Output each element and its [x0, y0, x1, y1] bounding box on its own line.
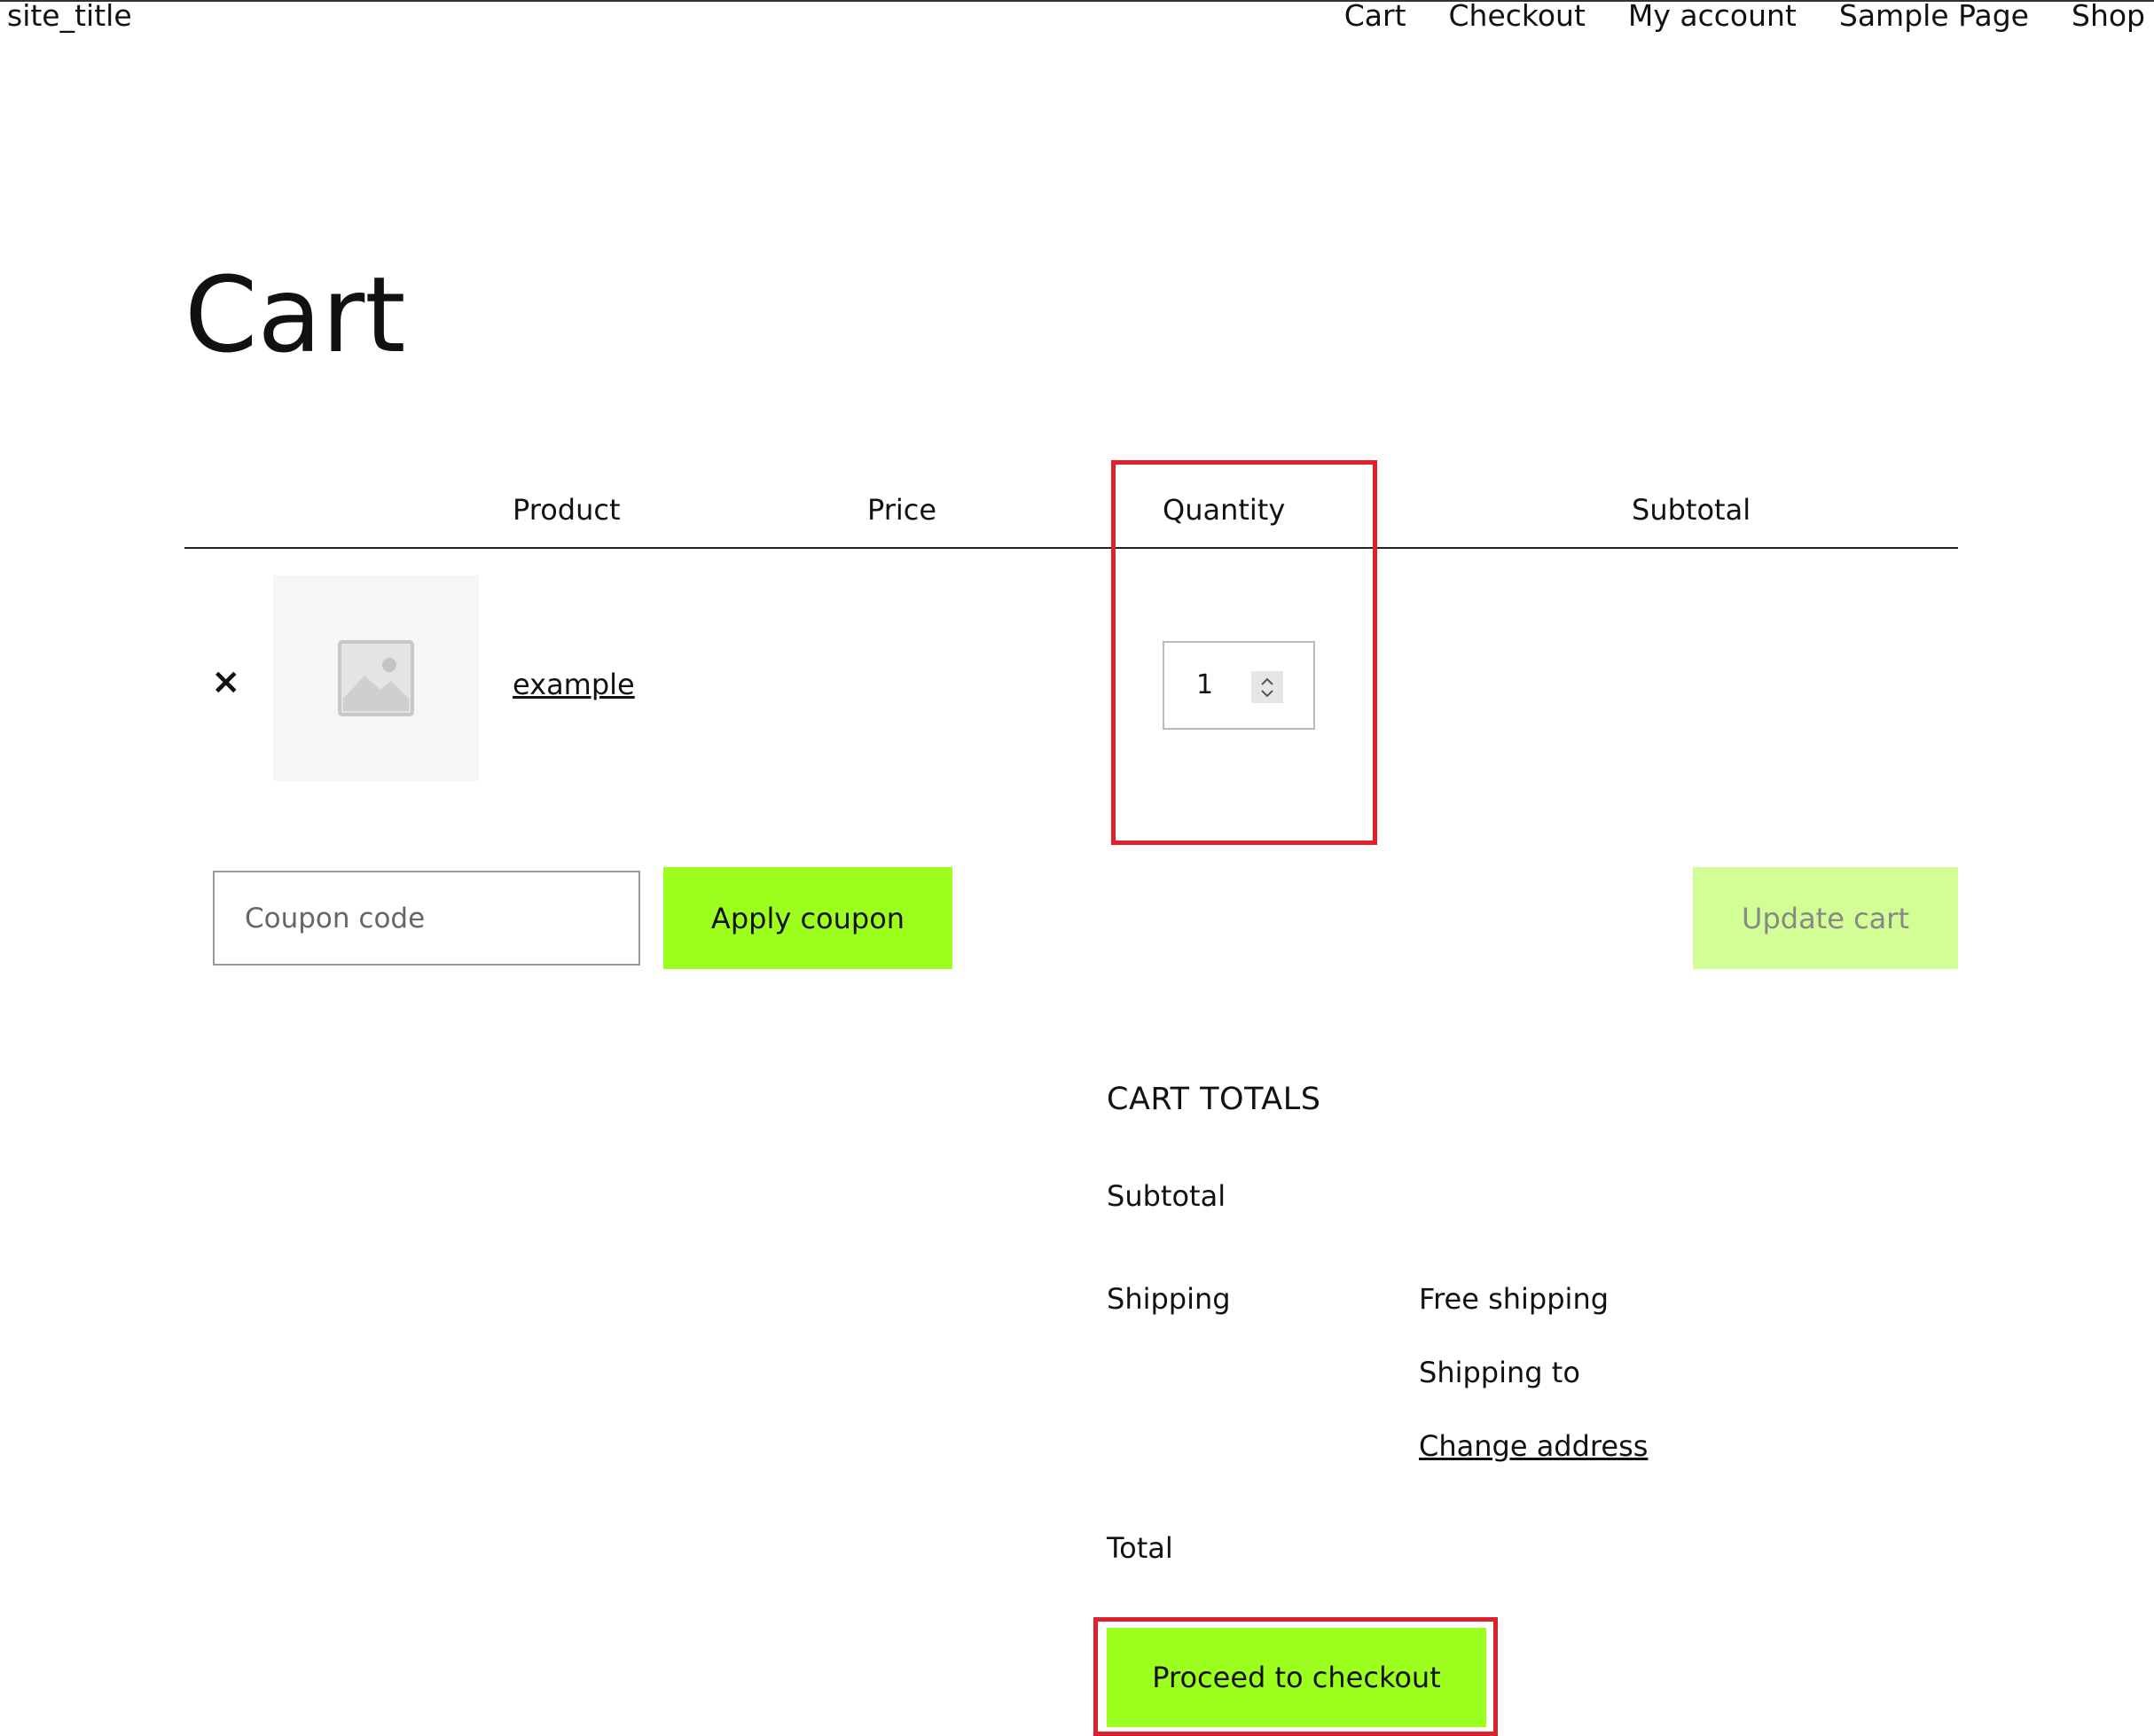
- nav-item-shop[interactable]: Shop: [2072, 0, 2145, 32]
- product-thumbnail[interactable]: [273, 575, 479, 781]
- nav-item-checkout[interactable]: Checkout: [1449, 0, 1586, 32]
- nav-item-sample-page[interactable]: Sample Page: [1839, 0, 2029, 32]
- quantity-spinner[interactable]: [1251, 671, 1283, 703]
- column-header-product: Product: [513, 493, 621, 527]
- table-row: × example 1: [184, 549, 1958, 815]
- cart-totals-heading: CART TOTALS: [1107, 1082, 1321, 1117]
- quantity-stepper[interactable]: 1: [1163, 641, 1315, 730]
- shipping-destination: Shipping to: [1419, 1356, 1580, 1389]
- nav-item-cart[interactable]: Cart: [1344, 0, 1406, 32]
- apply-coupon-button[interactable]: Apply coupon: [663, 867, 952, 969]
- page-title: Cart: [184, 254, 406, 376]
- site-title[interactable]: site_title: [7, 0, 132, 32]
- coupon-code-input[interactable]: [213, 871, 640, 966]
- nav-item-my-account[interactable]: My account: [1628, 0, 1797, 32]
- top-navigation: Cart Checkout My account Sample Page Sho…: [1344, 0, 2145, 32]
- totals-shipping-label: Shipping: [1107, 1282, 1231, 1316]
- column-header-subtotal: Subtotal: [1632, 493, 1751, 527]
- shipping-method: Free shipping: [1419, 1282, 1610, 1316]
- totals-subtotal-label: Subtotal: [1107, 1179, 1226, 1213]
- change-address-link[interactable]: Change address: [1419, 1428, 1648, 1464]
- remove-item-button[interactable]: ×: [211, 664, 241, 700]
- chevron-up-down-icon: [1261, 677, 1273, 698]
- column-header-price: Price: [867, 493, 937, 527]
- image-placeholder-icon: [338, 640, 414, 716]
- proceed-to-checkout-button[interactable]: Proceed to checkout: [1107, 1628, 1486, 1727]
- update-cart-button[interactable]: Update cart: [1693, 867, 1958, 969]
- column-header-quantity: Quantity: [1163, 493, 1286, 527]
- quantity-value: 1: [1196, 669, 1214, 700]
- product-name-link[interactable]: example: [513, 667, 635, 702]
- cart-table-header: Product Price Quantity Subtotal: [184, 483, 1958, 549]
- totals-total-label: Total: [1107, 1531, 1173, 1565]
